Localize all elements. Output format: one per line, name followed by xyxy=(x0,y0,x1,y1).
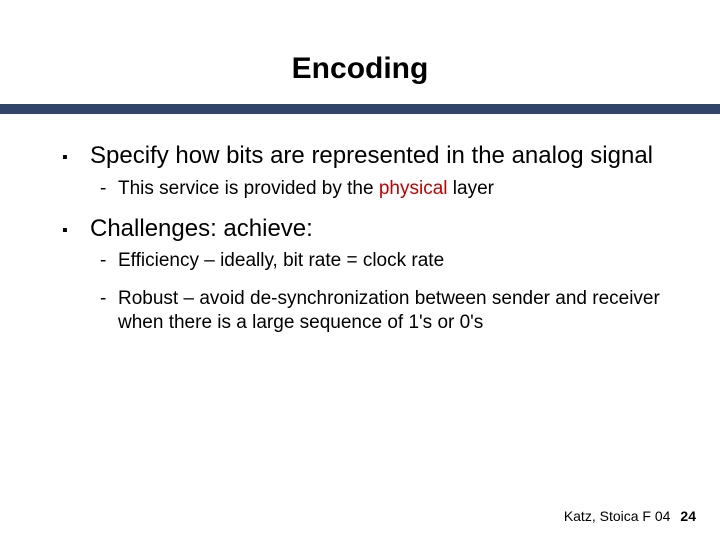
sub-suffix: layer xyxy=(448,178,494,199)
bullet-2-text: Challenges: achieve: xyxy=(90,215,660,244)
bullet-2: ▪ Challenges: achieve: xyxy=(62,215,660,244)
page-number: 24 xyxy=(680,508,696,524)
footer-credit: Katz, Stoica F 04 xyxy=(564,508,671,524)
title-divider xyxy=(0,104,720,114)
slide-title: Encoding xyxy=(0,0,720,104)
sub-redword: physical xyxy=(379,178,448,199)
sub-prefix: Efficiency – ideally, bit rate = clock r… xyxy=(118,250,444,271)
bullet-1-sub-1: - This service is provided by the physic… xyxy=(100,177,660,201)
bullet-2-sub-1: - Efficiency – ideally, bit rate = clock… xyxy=(100,249,660,273)
slide-content: ▪ Specify how bits are represented in th… xyxy=(0,114,720,335)
bullet-1-sub-1-text: This service is provided by the physical… xyxy=(118,177,660,201)
bullet-2-sub-1-text: Efficiency – ideally, bit rate = clock r… xyxy=(118,249,660,273)
bullet-2-sub-2: - Robust – avoid de-synchronization betw… xyxy=(100,287,660,335)
sub-prefix: Robust – avoid de-synchronization betwee… xyxy=(118,288,660,333)
bullet-1: ▪ Specify how bits are represented in th… xyxy=(62,142,660,171)
bullet-2-sub-2-text: Robust – avoid de-synchronization betwee… xyxy=(118,287,660,335)
bullet-1-text: Specify how bits are represented in the … xyxy=(90,142,660,171)
dash-icon: - xyxy=(100,177,118,201)
sub-prefix: This service is provided by the xyxy=(118,178,379,199)
square-bullet-icon: ▪ xyxy=(62,142,90,167)
square-bullet-icon: ▪ xyxy=(62,215,90,240)
footer: Katz, Stoica F 04 24 xyxy=(564,508,696,524)
dash-icon: - xyxy=(100,287,118,311)
dash-icon: - xyxy=(100,249,118,273)
